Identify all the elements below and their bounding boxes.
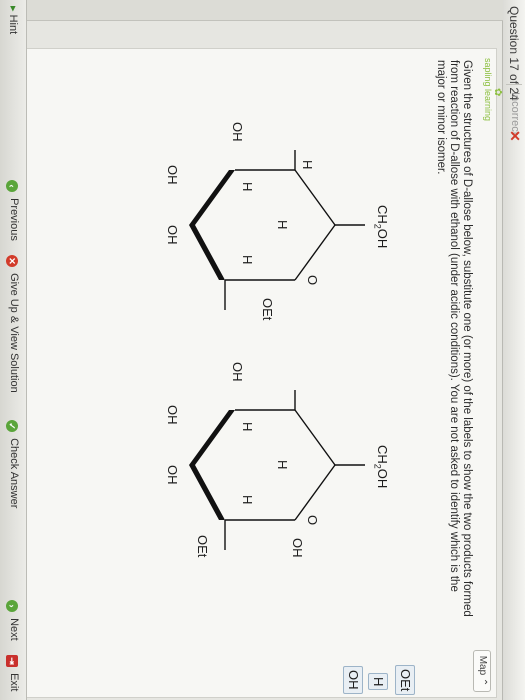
- anomeric-label: OH: [290, 538, 305, 558]
- hint-button[interactable]: ▸ Hint: [7, 6, 20, 34]
- oh-label: OH: [165, 165, 180, 185]
- structure-left: CH2OH O OEt H H H H OH OH OH: [95, 122, 395, 410]
- anomeric-down-label: OEt: [195, 535, 210, 558]
- structure-right: CH2OH O OH H H H OEt OH OH OH: [95, 362, 395, 650]
- map-icon: ⌃: [477, 677, 488, 687]
- label-option-h[interactable]: H: [368, 673, 388, 691]
- h-label: H: [300, 160, 315, 170]
- ring-o-label: O: [305, 275, 320, 286]
- ring-o-label: O: [305, 515, 320, 526]
- h-label: H: [240, 422, 255, 432]
- h-label: H: [240, 495, 255, 505]
- previous-button[interactable]: ‹ Previous: [6, 180, 20, 241]
- give-up-button[interactable]: ✕ Give Up & View Solution: [6, 255, 20, 393]
- divider: [506, 84, 522, 85]
- question-prompt: Given the structures of D-allose below, …: [435, 60, 473, 617]
- oh-label: OH: [165, 225, 180, 245]
- give-up-icon: ✕: [6, 255, 18, 267]
- hint-strip: [0, 0, 503, 21]
- oh-label: OH: [230, 362, 245, 382]
- map-button[interactable]: Map ⌃: [473, 650, 491, 692]
- question-bar: Question 17 of 24 Incorrect ✕: [502, 0, 525, 700]
- incorrect-x-icon: ✕: [507, 130, 523, 142]
- previous-icon: ‹: [6, 180, 18, 192]
- oh-label: OH: [165, 465, 180, 485]
- next-button[interactable]: › Next: [6, 600, 20, 641]
- h-label: H: [275, 460, 290, 470]
- anomeric-label: OEt: [260, 298, 275, 321]
- bottom-nav: ▸ Hint ‹ Previous ✕ Give Up & View Solut…: [0, 0, 27, 700]
- ch2oh-label: CH2OH: [372, 205, 390, 249]
- map-label: Map: [477, 655, 488, 676]
- h-label: H: [240, 255, 255, 265]
- oh-label: OH: [230, 122, 245, 142]
- oh-label: OH: [165, 405, 180, 425]
- status-text: Incorrect: [509, 92, 521, 135]
- question-number: Question 17 of 24: [507, 6, 521, 101]
- exit-icon: ⇥: [6, 655, 18, 667]
- sapling-leaf-icon: ✿: [492, 88, 503, 97]
- hint-icon: ▸: [7, 6, 19, 12]
- check-answer-button[interactable]: ✓ Check Answer: [6, 420, 20, 508]
- h-label: H: [275, 220, 290, 230]
- exit-button[interactable]: ⇥ Exit: [6, 655, 20, 691]
- screen: Question 17 of 24 Incorrect ✕ ✿ sapling …: [0, 0, 525, 700]
- h-label: H: [240, 182, 255, 192]
- label-option-oet[interactable]: OEt: [395, 665, 415, 696]
- check-icon: ✓: [6, 420, 18, 432]
- next-icon: ›: [6, 600, 18, 612]
- ch2oh-label: CH2OH: [372, 445, 390, 489]
- brand-logo: sapling learning: [483, 58, 493, 122]
- label-option-oh[interactable]: OH: [343, 666, 363, 694]
